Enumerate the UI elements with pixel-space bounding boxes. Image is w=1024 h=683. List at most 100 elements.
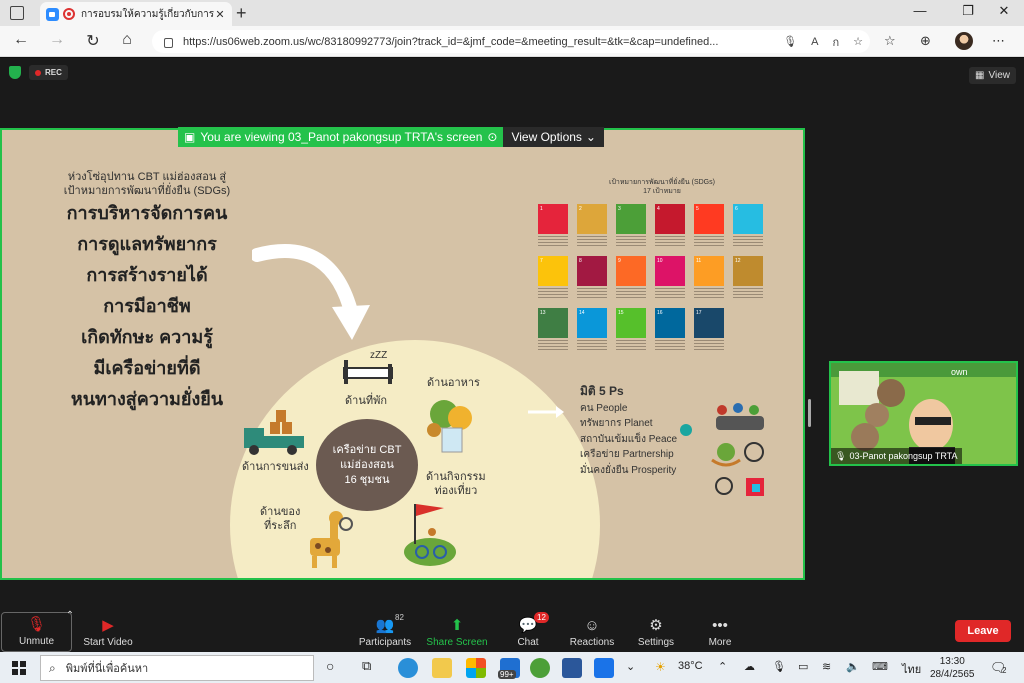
participant-name: 03-Panot pakongsup TRTA <box>849 451 958 461</box>
prosperity-icon <box>746 478 764 496</box>
sdg-tile: 7 <box>538 256 568 300</box>
label-activity-line-2: ท่องเที่ยว <box>434 485 478 497</box>
temperature[interactable]: 38°C <box>678 660 703 672</box>
truck-icon <box>244 410 304 455</box>
chat-button[interactable]: 💬 12 Chat <box>508 612 549 652</box>
language-indicator[interactable]: ไทย <box>902 660 921 678</box>
label-souvenir-line-2: ที่ระลึก <box>263 520 297 532</box>
unmute-button[interactable]: 🎙 Unmute <box>1 612 72 652</box>
big-line: มีเครือข่ายที่ดี <box>93 358 201 378</box>
video-off-icon: ▶ <box>102 617 114 634</box>
view-options-button[interactable]: View Options ⌄ <box>503 127 604 147</box>
label-transport: ด้านการขนส่ง <box>242 461 309 473</box>
leave-button[interactable]: Leave <box>955 620 1011 642</box>
more-label: More <box>708 637 732 648</box>
view-icon: ▦ <box>975 70 985 81</box>
new-tab-button[interactable]: + <box>236 3 247 24</box>
view-button[interactable]: ▦ View <box>969 67 1016 84</box>
label-lodging: ด้านที่พัก <box>345 395 388 407</box>
tab-actions-icon[interactable] <box>10 6 24 20</box>
reload-button[interactable]: ↻ <box>82 31 104 51</box>
lock-icon <box>164 37 173 48</box>
search-placeholder: พิมพ์ที่นี่เพื่อค้นหา <box>65 663 149 675</box>
participant-video-tile[interactable]: own 🎙 03-Panot pakongsup TRTA <box>829 361 1018 466</box>
favorites-icon[interactable]: ☆ <box>884 33 896 49</box>
screen-share-icon: ▣ <box>184 130 196 144</box>
audio-options-chevron[interactable]: ⌃ <box>64 610 76 650</box>
settings-button[interactable]: ⚙ Settings <box>634 612 678 652</box>
participants-button[interactable]: 👥 82 Participants <box>352 612 418 652</box>
cbt-line-3: 16 ชุมชน <box>344 473 390 486</box>
big-line: การสร้างรายได้ <box>86 265 208 285</box>
tab-title: การอบรมให้ความรู้เกี่ยวกับการท่อ <box>81 8 214 20</box>
microphone-icon[interactable]: 🎙 <box>772 660 786 673</box>
todo-icon[interactable] <box>594 658 614 678</box>
sdg-tile: 12 <box>733 256 763 300</box>
resize-handle[interactable] <box>808 399 811 427</box>
favorite-star-icon[interactable]: ☆ <box>853 35 863 48</box>
edge-icon[interactable] <box>398 658 418 678</box>
wifi-icon[interactable]: ≋ <box>822 660 831 673</box>
store-icon[interactable] <box>466 658 486 678</box>
translate-icon[interactable]: ก <box>832 33 839 51</box>
microphone-icon[interactable]: 🎙 <box>783 35 797 48</box>
chat-label: Chat <box>517 637 539 648</box>
settings-more-icon[interactable]: ⋯ <box>992 33 1005 49</box>
volume-icon[interactable]: 🔈 <box>846 660 860 673</box>
sdg-tile: 5 <box>694 204 724 248</box>
more-button[interactable]: ••• More <box>700 612 740 652</box>
five-p-item: เครือข่าย Partnership <box>580 449 674 460</box>
muted-mic-icon: 🎙 <box>835 450 847 461</box>
clock[interactable]: 13:30 28/4/2565 <box>930 655 975 681</box>
sdg-tile: 17 <box>694 308 724 352</box>
chevron-up-icon[interactable]: ⌃ <box>718 660 727 673</box>
windows-taskbar: ⌕ พิมพ์ที่นี่เพื่อค้นหา ○ ⧉ 99+ ⌄ ☀ 38°C… <box>0 652 1024 683</box>
taskbar-search[interactable]: ⌕ พิมพ์ที่นี่เพื่อค้นหา <box>40 655 314 681</box>
chat-count-badge: 12 <box>534 612 549 623</box>
sdg-title: เป้าหมายการพัฒนาที่ยั่งยืน (SDGs) 17 เป้… <box>562 178 762 196</box>
start-video-label: Start Video <box>83 637 133 648</box>
sdg-tile: 1 <box>538 204 568 248</box>
read-aloud-icon[interactable]: A <box>811 36 818 48</box>
people-icon <box>716 403 764 430</box>
weather-icon[interactable]: ☀ <box>655 660 666 674</box>
file-explorer-icon[interactable] <box>432 658 452 678</box>
back-button[interactable]: ← <box>10 31 32 49</box>
task-view-icon[interactable]: ⧉ <box>362 658 371 674</box>
record-dot-icon <box>35 69 41 76</box>
profile-avatar[interactable] <box>955 32 973 50</box>
collections-icon[interactable]: ⊕ <box>920 33 931 49</box>
big-line: หนทางสู่ความยั่งยืน <box>70 389 224 409</box>
close-window-button[interactable]: ✕ <box>984 3 1024 19</box>
browser-tab[interactable]: การอบรมให้ความรู้เกี่ยวกับการท่อ ✕ <box>40 2 232 26</box>
chevron-up-icon: ⌃ <box>65 610 75 621</box>
reactions-button[interactable]: ☺ Reactions <box>566 612 618 652</box>
shared-screen: ห่วงโซ่อุปทาน CBT แม่ฮ่องสอน สู่ เป้าหมา… <box>0 128 805 580</box>
minimize-button[interactable]: — <box>900 3 940 18</box>
cortana-icon[interactable]: ○ <box>326 658 334 674</box>
cloud-icon[interactable]: ☁ <box>744 660 755 673</box>
chevron-down-icon[interactable]: ⌄ <box>626 660 635 673</box>
windows-start-icon[interactable] <box>12 661 26 675</box>
five-p-item: มั่นคงยั่งยืน Prosperity <box>580 464 677 476</box>
home-button[interactable]: ⌂ <box>116 31 138 49</box>
svg-text:own: own <box>951 367 968 377</box>
big-line: การบริหารจัดการคน <box>66 203 228 223</box>
forward-button[interactable]: → <box>46 31 68 49</box>
settings-label: Settings <box>637 637 675 648</box>
url-field[interactable]: https://us06web.zoom.us/wc/83180992773/j… <box>152 30 870 53</box>
planet-hands-icon <box>711 443 741 467</box>
keyboard-icon[interactable]: ⌨ <box>872 660 888 673</box>
share-screen-button[interactable]: ⬆ Share Screen <box>424 612 490 652</box>
view-label: View <box>988 70 1011 81</box>
maximize-button[interactable]: ❐ <box>948 3 988 19</box>
sdg-tile: 13 <box>538 308 568 352</box>
notification-count: 2 <box>1002 666 1007 675</box>
word-icon[interactable] <box>562 658 582 678</box>
camera-icon[interactable]: ▭ <box>798 660 808 673</box>
app-icon-green[interactable] <box>530 658 550 678</box>
encryption-shield-icon[interactable] <box>9 66 21 79</box>
sdg-title-line-2: 17 เป้าหมาย <box>643 188 681 195</box>
start-video-button[interactable]: ▶ Start Video <box>78 612 138 652</box>
close-tab-icon[interactable]: ✕ <box>214 8 226 21</box>
